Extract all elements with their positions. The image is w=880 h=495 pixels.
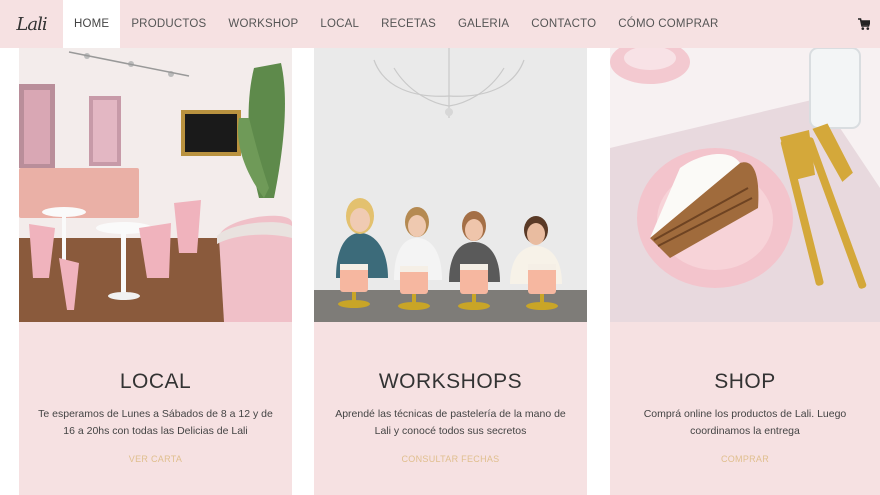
nav-item-galeria[interactable]: GALERIA [447, 0, 520, 48]
nav-item-workshop[interactable]: WORKSHOP [217, 0, 309, 48]
nav-item-home[interactable]: HOME [63, 0, 121, 48]
nav-item-local[interactable]: LOCAL [309, 0, 370, 48]
nav-item-contacto[interactable]: CONTACTO [520, 0, 607, 48]
pink-cafe-interior-photo [19, 48, 292, 322]
card-title: SHOP [714, 370, 776, 393]
card-description: Comprá online los productos de Lali. Lue… [643, 408, 847, 437]
card-shop: SHOP Comprá online los productos de Lali… [610, 48, 880, 495]
card-workshops: WORKSHOPS Aprendé las técnicas de pastel… [314, 48, 587, 495]
shopping-cart-icon[interactable] [858, 17, 870, 31]
nav-item-recetas[interactable]: RECETAS [370, 0, 447, 48]
card-description: Te esperamos de Lunes a Sábados de 8 a 1… [38, 408, 273, 437]
consultar-fechas-link[interactable]: CONSULTAR FECHAS [314, 454, 587, 464]
ver-carta-link[interactable]: VER CARTA [19, 454, 292, 464]
nav-item-como-comprar[interactable]: CÓMO COMPRAR [607, 0, 729, 48]
cake-slice-on-pink-plate-photo [610, 48, 880, 322]
card-local: LOCAL Te esperamos de Lunes a Sábados de… [19, 48, 292, 495]
top-navbar: Lali HOME PRODUCTOS WORKSHOP LOCAL RECET… [0, 0, 880, 48]
main-menu: HOME PRODUCTOS WORKSHOP LOCAL RECETAS GA… [63, 0, 729, 48]
nav-item-productos[interactable]: PRODUCTOS [120, 0, 217, 48]
card-description: Aprendé las técnicas de pastelería de la… [335, 408, 566, 437]
logo-text: Lali [16, 13, 47, 35]
brand-logo[interactable]: Lali [0, 0, 63, 48]
card-title: LOCAL [119, 370, 192, 393]
comprar-link[interactable]: COMPRAR [610, 454, 880, 464]
card-title: WORKSHOPS [378, 370, 523, 393]
workshop-students-with-cakes-photo [314, 48, 587, 322]
